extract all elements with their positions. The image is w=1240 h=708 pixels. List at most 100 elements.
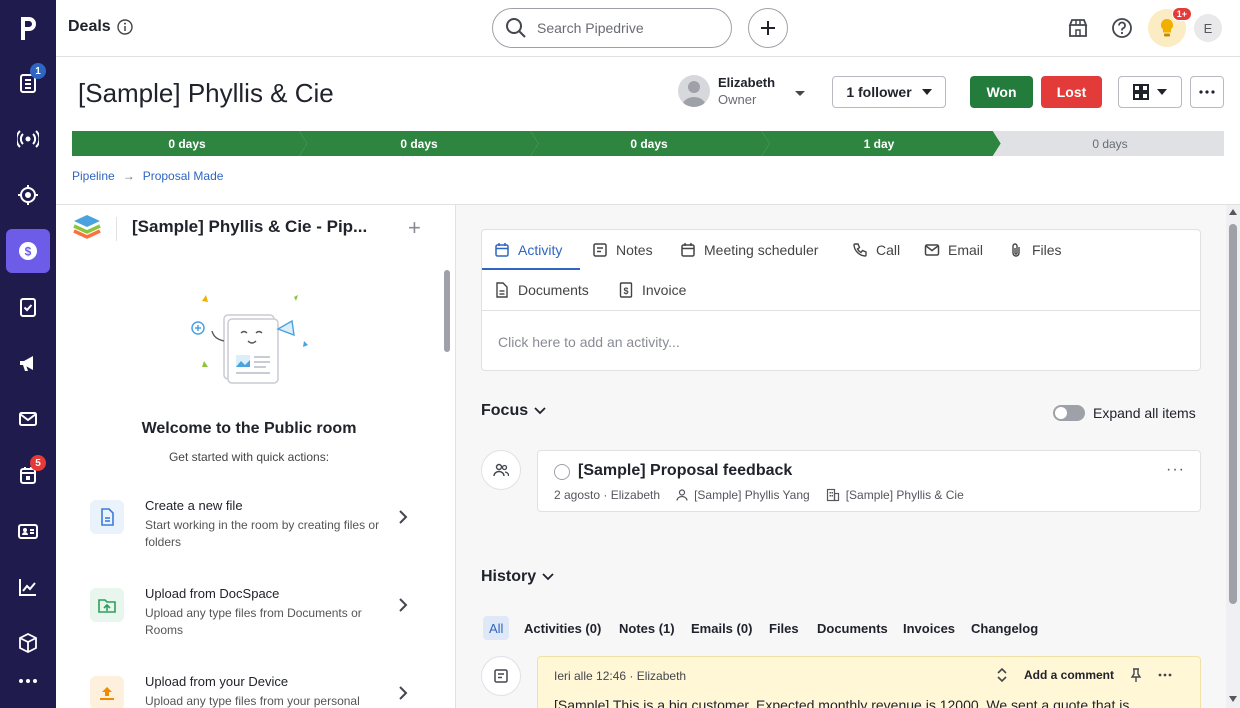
history-tab-invoices[interactable]: Invoices	[897, 616, 961, 640]
expand-collapse-icon[interactable]	[996, 667, 1008, 683]
history-tab-files[interactable]: Files	[763, 616, 805, 640]
chevron-down-icon[interactable]	[794, 90, 806, 98]
nav-tasks[interactable]	[6, 285, 50, 329]
search-icon	[506, 18, 526, 38]
focus-item-date: 2 agosto · Elizabeth	[554, 488, 661, 502]
grid-icon	[1133, 84, 1149, 100]
tips-button[interactable]: 1+	[1148, 7, 1192, 47]
focus-item-more-button[interactable]: ···	[1166, 461, 1185, 479]
tab-files[interactable]: Files	[1008, 230, 1062, 270]
nav-calendar[interactable]: 5	[6, 453, 50, 497]
note-icon	[494, 669, 508, 683]
focus-item-person[interactable]: [Sample] Phyllis Yang	[694, 488, 810, 502]
focus-item-title[interactable]: [Sample] Proposal feedback	[578, 462, 792, 480]
add-comment-button[interactable]: Add a comment	[1024, 668, 1114, 682]
welcome-title: Welcome to the Public room	[141, 420, 357, 437]
focus-toggle[interactable]: Focus	[481, 402, 546, 420]
expand-all-toggle[interactable]	[1053, 405, 1085, 421]
action-desc: Upload any type files from your personal	[145, 694, 360, 708]
history-note-card[interactable]: Ieri alle 12:46 · Elizabeth Add a commen…	[537, 656, 1201, 708]
nav-mail[interactable]	[6, 397, 50, 441]
focus-activity-card[interactable]: [Sample] Proposal feedback 2 agosto · El…	[537, 450, 1201, 512]
pipeline-stage-2[interactable]: 0 days	[306, 131, 532, 156]
insights-icon	[19, 579, 36, 596]
nav-campaigns[interactable]	[6, 341, 50, 385]
chevron-down-icon	[1157, 89, 1167, 95]
lost-button[interactable]: Lost	[1041, 76, 1102, 108]
panel-add-button[interactable]: +	[408, 215, 421, 241]
action-desc: Upload any type files from Documents or …	[145, 606, 362, 637]
history-tab-documents[interactable]: Documents	[811, 616, 894, 640]
left-panel-scrollbar[interactable]	[444, 270, 450, 352]
info-icon[interactable]	[117, 19, 133, 35]
activities-badge: 5	[30, 455, 46, 471]
owner-role: Owner	[718, 92, 757, 107]
calendar-icon	[681, 243, 695, 257]
scroll-up-icon[interactable]	[1229, 209, 1237, 215]
nav-contacts[interactable]	[6, 509, 50, 553]
breadcrumb-stage[interactable]: Proposal Made	[143, 169, 224, 183]
focus-item-organization[interactable]: [Sample] Phyllis & Cie	[846, 488, 964, 502]
action-upload-device[interactable]: Upload from your Device Upload any type …	[88, 674, 418, 708]
nav-insights[interactable]	[6, 565, 50, 609]
left-nav: 1 $ 5	[0, 0, 56, 708]
tab-invoice[interactable]: $ Invoice	[618, 270, 686, 310]
quick-add-button[interactable]	[748, 8, 788, 48]
search-input[interactable]	[537, 20, 717, 36]
tab-notes[interactable]: Notes	[592, 230, 653, 270]
search-box[interactable]	[492, 8, 732, 48]
marketplace-button[interactable]	[1064, 14, 1092, 42]
page-title-text: Deals	[68, 18, 111, 35]
history-tab-changelog[interactable]: Changelog	[965, 616, 1044, 640]
mark-done-checkbox[interactable]	[554, 464, 570, 480]
history-tab-notes[interactable]: Notes (1)	[613, 616, 681, 640]
tab-label: Email	[948, 242, 984, 258]
deals-icon: $	[19, 242, 37, 260]
note-meta: Ieri alle 12:46 · Elizabeth	[554, 669, 687, 683]
tab-email[interactable]: Email	[924, 230, 983, 270]
chevron-down-icon	[921, 89, 932, 95]
history-tab-activities[interactable]: Activities (0)	[518, 616, 607, 640]
pipeline-stage-4[interactable]: 1 day	[766, 131, 992, 156]
history-tab-all[interactable]: All	[483, 616, 510, 640]
calendar-check-icon	[495, 243, 509, 257]
main-scrollbar-thumb[interactable]	[1229, 224, 1237, 604]
action-title: Create a new file	[145, 498, 243, 513]
pipeline-stage-1[interactable]: 0 days	[72, 131, 302, 156]
deal-title[interactable]: [Sample] Phyllis & Cie	[78, 78, 334, 109]
history-tab-emails[interactable]: Emails (0)	[685, 616, 758, 640]
nav-target[interactable]	[6, 173, 50, 217]
focus-title: Focus	[481, 402, 529, 419]
nav-broadcast[interactable]	[6, 117, 50, 161]
tab-activity[interactable]: Activity	[494, 230, 562, 270]
activity-input-placeholder[interactable]: Click here to add an activity...	[498, 334, 680, 350]
more-actions-button[interactable]	[1190, 76, 1224, 108]
nav-deals[interactable]: $	[6, 229, 50, 273]
expand-all-switch[interactable]: Expand all items	[1053, 405, 1196, 421]
note-actions: Add a comment	[996, 667, 1172, 683]
nav-more[interactable]	[6, 659, 50, 703]
scroll-down-icon[interactable]	[1229, 696, 1237, 702]
history-toggle[interactable]: History	[481, 568, 554, 586]
view-switch-button[interactable]	[1118, 76, 1182, 108]
help-button[interactable]	[1108, 14, 1136, 42]
pipeline-stage-5[interactable]: 0 days	[996, 131, 1224, 156]
pipedrive-logo[interactable]	[0, 0, 56, 56]
target-icon	[18, 185, 38, 205]
pipeline-stage-3[interactable]: 0 days	[536, 131, 762, 156]
action-upload-docspace[interactable]: Upload from DocSpace Upload any type fil…	[88, 586, 418, 646]
tab-meeting-scheduler[interactable]: Meeting scheduler	[680, 230, 818, 270]
more-horizontal-icon[interactable]	[1158, 673, 1172, 677]
nav-leads[interactable]: 1	[6, 61, 50, 105]
owner-selector[interactable]: Elizabeth Owner	[678, 75, 775, 107]
user-avatar[interactable]: E	[1194, 14, 1222, 42]
won-button[interactable]: Won	[970, 76, 1033, 108]
tab-call[interactable]: Call	[852, 230, 900, 270]
breadcrumb-pipeline[interactable]: Pipeline	[72, 169, 115, 183]
tab-documents[interactable]: Documents	[494, 270, 589, 310]
action-create-file[interactable]: Create a new file Start working in the r…	[88, 498, 418, 558]
pin-icon[interactable]	[1130, 668, 1142, 682]
expand-all-label: Expand all items	[1093, 405, 1196, 421]
follower-button[interactable]: 1 follower	[832, 76, 946, 108]
breadcrumb-arrow-icon: →	[122, 169, 135, 183]
